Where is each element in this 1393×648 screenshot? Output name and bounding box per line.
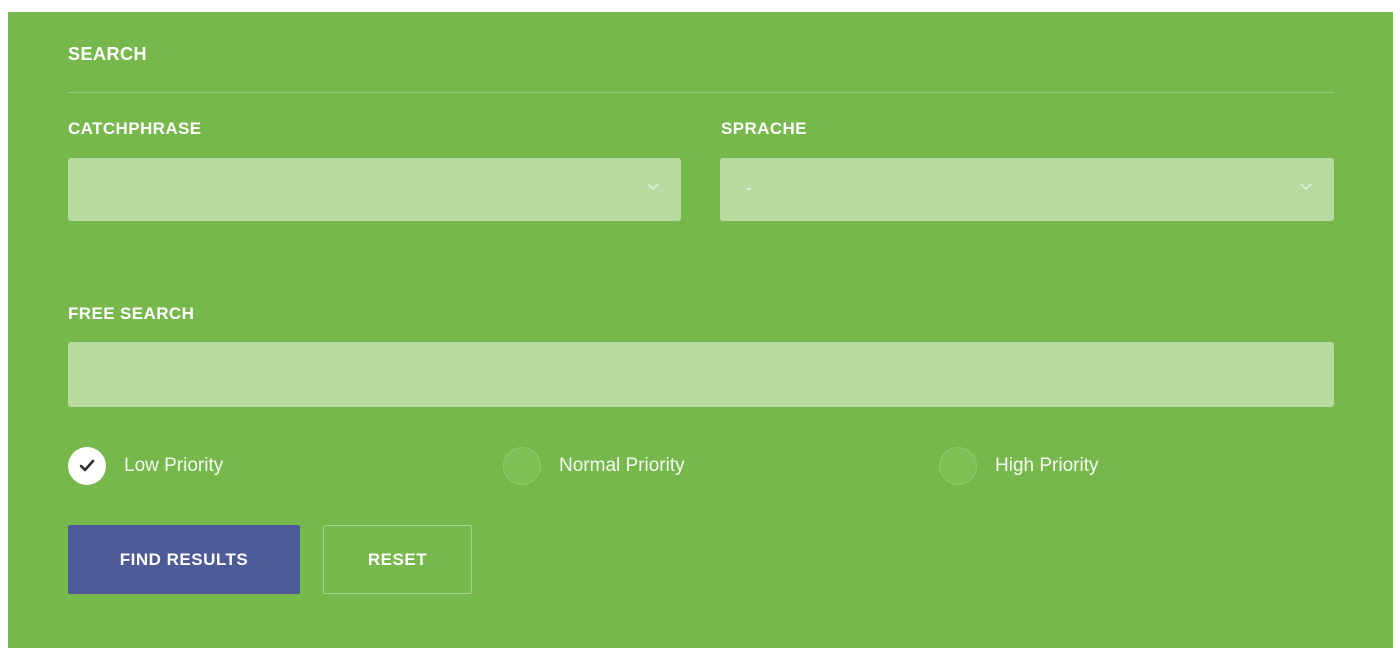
- reset-button[interactable]: RESET: [323, 525, 472, 594]
- radio-label: High Priority: [995, 455, 1099, 476]
- divider: [68, 92, 1334, 93]
- chevron-down-icon: [1300, 183, 1312, 190]
- radio-low-priority[interactable]: Low Priority: [68, 447, 223, 485]
- radio-label: Low Priority: [124, 455, 224, 476]
- radio-circle-icon: [939, 447, 977, 485]
- radio-normal-priority[interactable]: Normal Priority: [503, 447, 685, 485]
- find-results-button[interactable]: FIND RESULTS: [68, 525, 300, 594]
- sprache-select[interactable]: -: [720, 158, 1334, 221]
- search-panel: SEARCH CATCHPHRASE SPRACHE - FREE SEARCH…: [8, 12, 1393, 648]
- catchphrase-label: CATCHPHRASE: [68, 119, 202, 138]
- free-search-input[interactable]: [68, 342, 1334, 407]
- free-search-label: FREE SEARCH: [68, 304, 195, 323]
- chevron-down-icon: [647, 183, 659, 190]
- radio-circle-icon: [503, 447, 541, 485]
- checkmark-icon: [68, 447, 106, 485]
- sprache-value: -: [746, 180, 752, 197]
- section-title: SEARCH: [68, 44, 148, 64]
- radio-label: Normal Priority: [559, 455, 685, 476]
- sprache-label: SPRACHE: [721, 119, 807, 138]
- radio-high-priority[interactable]: High Priority: [939, 447, 1098, 485]
- catchphrase-select[interactable]: [68, 158, 681, 221]
